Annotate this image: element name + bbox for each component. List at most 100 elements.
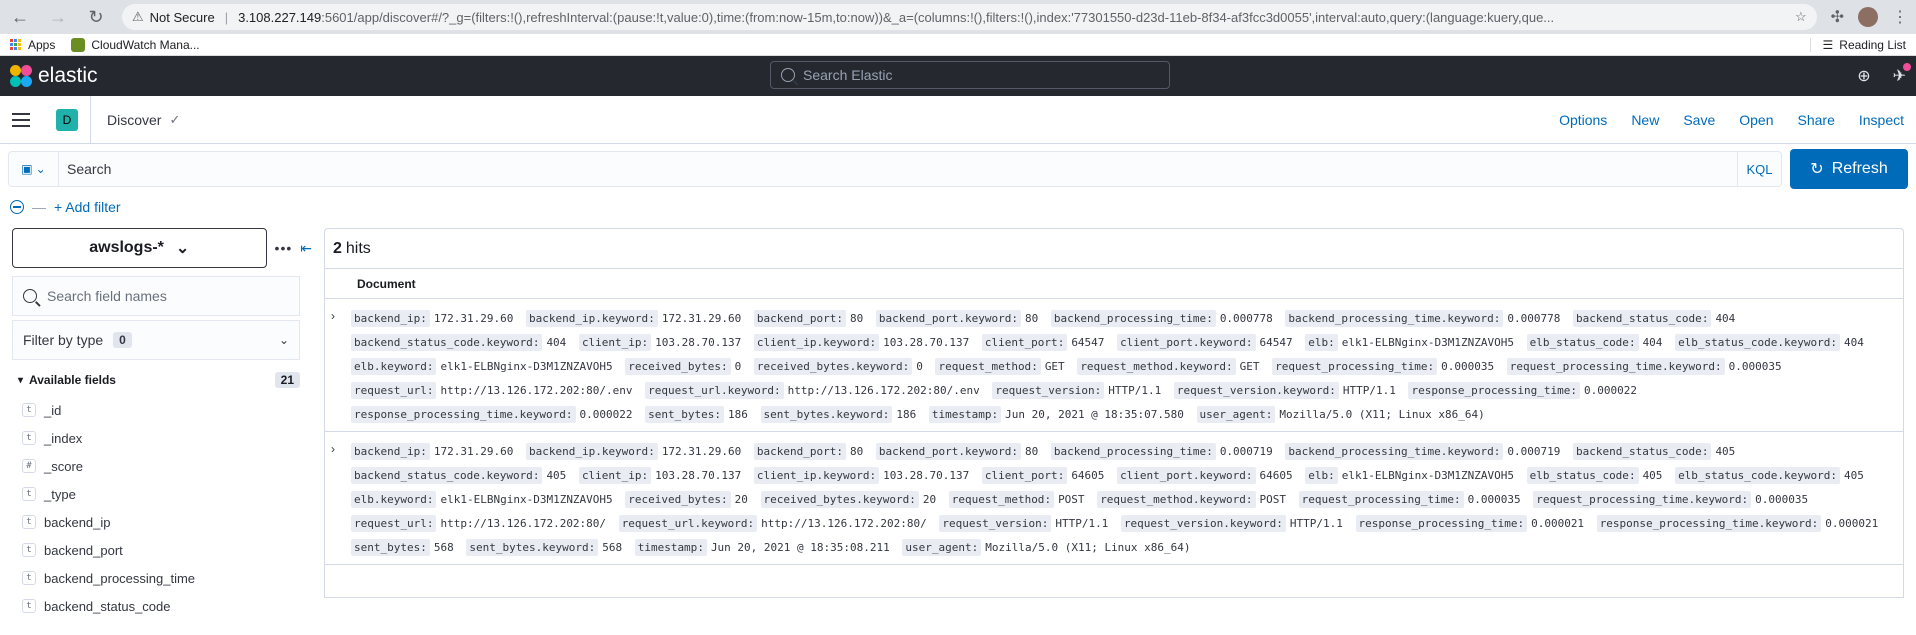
inspect-link[interactable]: Inspect [1859, 112, 1904, 128]
field-key: sent_bytes.keyword [760, 406, 893, 423]
available-fields-header[interactable]: ▾ Available fields 21 [12, 368, 300, 392]
save-link[interactable]: Save [1683, 112, 1715, 128]
field-key: client_port [981, 334, 1068, 351]
more-options-icon[interactable]: ••• [275, 240, 293, 256]
field-item[interactable]: t backend_ip [12, 508, 312, 536]
filter-options-icon[interactable] [10, 200, 24, 214]
cloudwatch-icon [71, 37, 86, 52]
field-key: backend_processing_time [1050, 310, 1216, 327]
field-sidebar: awslogs-* ⌄ ••• ⇤ Search field names Fil… [12, 228, 312, 614]
field-value: 186 [728, 408, 748, 421]
query-input[interactable]: Search [58, 151, 1738, 187]
field-key: request_method [935, 358, 1041, 375]
field-pair: client_ip.keyword103.28.70.137 [753, 467, 969, 484]
field-value: http://13.126.172.202:80/.env [787, 384, 980, 397]
field-item[interactable]: t _type [12, 480, 312, 508]
help-icon[interactable]: ⊕ [1857, 66, 1870, 86]
field-value: 404 [1715, 312, 1736, 325]
kql-toggle[interactable]: KQL [1738, 151, 1782, 187]
menu-icon[interactable] [12, 112, 30, 127]
back-icon[interactable]: ← [8, 5, 32, 29]
expand-row-icon[interactable]: › [331, 440, 351, 560]
field-pair: backend_port80 [753, 310, 863, 327]
field-pair: client_port.keyword64547 [1117, 334, 1293, 351]
hits-number: 2 [333, 239, 342, 257]
newsfeed-icon[interactable]: ✈ [1893, 63, 1912, 86]
forward-icon[interactable]: → [46, 5, 70, 29]
space-avatar[interactable]: D [56, 108, 78, 131]
options-link[interactable]: Options [1559, 112, 1607, 128]
field-pair: backend_ip172.31.29.60 [351, 310, 513, 327]
new-link[interactable]: New [1631, 112, 1659, 128]
index-pattern-selector[interactable]: awslogs-* ⌄ [12, 228, 267, 268]
field-search-input[interactable]: Search field names [12, 276, 300, 316]
field-pair: user_agentMozilla/5.0 (X11; Linux x86_64… [902, 539, 1191, 556]
field-pair: request_methodGET [935, 358, 1065, 375]
field-item[interactable]: t _id [12, 396, 312, 424]
discover-main: awslogs-* ⌄ ••• ⇤ Search field names Fil… [0, 220, 1916, 614]
extensions-icon[interactable]: ✣ [1831, 7, 1844, 27]
more-menu-icon[interactable]: ⋮ [1892, 7, 1908, 27]
field-value: 20 [734, 493, 748, 506]
field-pair: backend_processing_time.keyword0.000719 [1285, 443, 1560, 460]
global-search-input[interactable]: Search Elastic [770, 61, 1170, 89]
expand-row-icon[interactable]: › [331, 307, 351, 427]
field-key: elb_status_code [1526, 334, 1639, 351]
share-link[interactable]: Share [1798, 112, 1835, 128]
reload-icon[interactable]: ↻ [84, 5, 108, 29]
field-key: backend_status_code [1572, 443, 1712, 460]
brand-name: elastic [38, 64, 98, 87]
field-value: elk1-ELBNginx-D3M1ZNZAVOH5 [1341, 336, 1514, 349]
bookmark-apps[interactable]: Apps [10, 38, 55, 52]
field-pair: request_urlhttp://13.126.172.202:80/.env [351, 382, 633, 399]
field-type-icon: t [22, 403, 36, 417]
field-value: 80 [1024, 445, 1039, 458]
filter-by-type-label: Filter by type [23, 332, 104, 348]
collapse-sidebar-icon[interactable]: ⇤ [300, 240, 312, 257]
field-item[interactable]: t backend_status_code [12, 592, 312, 620]
field-item[interactable]: t backend_port [12, 536, 312, 564]
field-pair: response_processing_time0.000022 [1408, 382, 1637, 399]
field-pair: backend_ip172.31.29.60 [351, 443, 513, 460]
add-filter-button[interactable]: + Add filter [54, 199, 121, 215]
field-pair: received_bytes0 [625, 358, 741, 375]
security-label: Not Secure [149, 9, 215, 25]
refresh-icon: ↻ [1810, 161, 1824, 178]
breadcrumb[interactable]: Discover ✓ [107, 112, 180, 128]
address-bar[interactable]: ⚠ Not Secure | 3.108.227.149:5601/app/di… [122, 4, 1817, 30]
saved-query-button[interactable]: ▣ ⌄ [8, 151, 58, 187]
profile-avatar[interactable] [1858, 7, 1878, 27]
field-value: 0.000719 [1219, 445, 1273, 458]
filter-separator: — [32, 199, 46, 215]
field-pair: request_version.keywordHTTP/1.1 [1120, 515, 1343, 532]
open-link[interactable]: Open [1739, 112, 1773, 128]
elastic-logo[interactable]: elastic [10, 64, 98, 88]
hits-label: hits [345, 239, 371, 257]
field-value: 0.000022 [579, 408, 633, 421]
field-key: sent_bytes [645, 406, 725, 423]
field-key: client_ip.keyword [753, 467, 880, 484]
field-type-icon: t [22, 431, 36, 445]
field-pair: elb_status_code.keyword404 [1675, 334, 1864, 351]
field-value: 568 [602, 541, 623, 554]
field-pair: request_methodPOST [948, 491, 1085, 508]
field-item[interactable]: t _index [12, 424, 312, 452]
field-key: backend_port.keyword [875, 443, 1021, 460]
field-item[interactable]: # _score [12, 452, 312, 480]
check-icon: ✓ [169, 111, 181, 127]
field-value: http://13.126.172.202:80/ [440, 517, 607, 530]
field-value: 186 [896, 408, 917, 421]
field-key: backend_processing_time [1050, 443, 1216, 460]
field-key: user_agent [1196, 406, 1276, 423]
field-key: timestamp [928, 406, 1002, 423]
filter-by-type-button[interactable]: Filter by type 0 ⌄ [12, 320, 300, 360]
bookmark-star-icon[interactable]: ☆ [1795, 9, 1807, 25]
field-item[interactable]: t backend_processing_time [12, 564, 312, 592]
bookmark-cloudwatch[interactable]: CloudWatch Mana... [71, 37, 200, 52]
field-value: 0.000021 [1825, 517, 1879, 530]
page-title: Discover [107, 111, 162, 128]
chevron-down-icon: ⌄ [175, 240, 190, 257]
refresh-button[interactable]: ↻ Refresh [1790, 149, 1908, 189]
reading-list[interactable]: ☰ Reading List [1809, 37, 1906, 52]
field-name: backend_status_code [44, 598, 171, 614]
